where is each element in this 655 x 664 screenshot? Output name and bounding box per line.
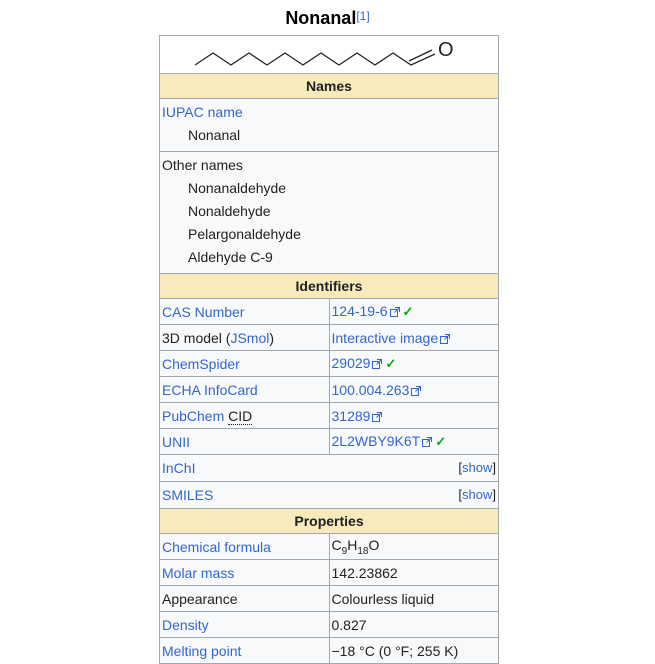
chemical-formula-value: C9H18O <box>328 533 498 560</box>
other-names-block: Other names Nonanaldehyde Nonaldehyde Pe… <box>160 151 498 274</box>
other-name-item: Nonanaldehyde <box>188 180 287 196</box>
other-name-item: Nonaldehyde <box>188 203 271 219</box>
external-link-icon <box>422 437 433 447</box>
other-names-label: Other names <box>162 157 243 173</box>
pubchem-link[interactable]: PubChem <box>162 408 228 424</box>
section-header-identifiers: Identifiers <box>160 273 498 299</box>
skeletal-formula-image: O <box>194 39 454 66</box>
show-link[interactable]: show <box>462 460 492 475</box>
check-icon: ✓ <box>402 304 414 319</box>
formula-h-count: 18 <box>357 545 369 557</box>
jsmol-label-post: ) <box>269 329 275 346</box>
unii-value[interactable]: 2L2WBY9K6T <box>332 433 421 449</box>
external-link-icon <box>411 385 422 396</box>
chembox: O Names IUPAC name Nonanal Other names N… <box>159 35 499 664</box>
iupac-name-value: Nonanal <box>188 127 241 143</box>
chemspider-link[interactable]: ChemSpider <box>162 356 240 372</box>
cid-abbr: CID <box>228 407 253 425</box>
density-link[interactable]: Density <box>162 617 209 633</box>
page-title: Nonanal[1] <box>0 6 655 30</box>
unii-link[interactable]: UNII <box>162 434 190 450</box>
formula-c: C <box>331 536 342 553</box>
inchi-show-toggle[interactable]: [show] <box>458 460 496 475</box>
formula-h: H <box>347 536 358 553</box>
cas-number-link[interactable]: CAS Number <box>162 304 244 320</box>
appearance-label: Appearance <box>160 585 329 612</box>
show-link[interactable]: show <box>462 487 492 502</box>
iupac-name-block: IUPAC name Nonanal <box>160 98 498 152</box>
other-name-item: Pelargonaldehyde <box>188 226 301 242</box>
melting-point-link[interactable]: Melting point <box>162 643 241 659</box>
pubchem-value[interactable]: 31289 <box>332 408 371 424</box>
check-icon: ✓ <box>435 434 447 449</box>
external-link-icon <box>389 307 400 317</box>
smiles-show-toggle[interactable]: [show] <box>458 487 496 502</box>
echa-infocard-value[interactable]: 100.004.263 <box>332 382 410 398</box>
inchi-link[interactable]: InChI <box>162 460 195 476</box>
structure-image-cell[interactable]: O <box>160 36 498 74</box>
cas-number-value[interactable]: 124-19-6 <box>332 303 388 319</box>
density-value: 0.827 <box>328 611 498 638</box>
section-header-properties: Properties <box>160 508 498 534</box>
reference-link[interactable]: [1] <box>356 9 369 23</box>
oxygen-label: O <box>438 39 454 61</box>
jsmol-label-pre: 3D model ( <box>162 329 231 346</box>
melting-point-value: −18 °C (0 °F; 255 K) <box>328 637 498 663</box>
interactive-image-link[interactable]: Interactive image <box>332 330 439 346</box>
jsmol-link[interactable]: JSmol <box>230 330 269 346</box>
external-link-icon <box>372 359 383 369</box>
molar-mass-value: 142.23862 <box>328 559 498 586</box>
smiles-link[interactable]: SMILES <box>162 487 213 503</box>
appearance-value: Colourless liquid <box>328 585 498 612</box>
formula-o: O <box>368 536 380 553</box>
echa-infocard-link[interactable]: ECHA InfoCard <box>162 382 258 398</box>
chemspider-value[interactable]: 29029 <box>332 355 371 371</box>
check-icon: ✓ <box>385 356 397 371</box>
other-name-item: Aldehyde C-9 <box>188 249 273 265</box>
chemical-formula-link[interactable]: Chemical formula <box>162 539 271 555</box>
molar-mass-link[interactable]: Molar mass <box>162 565 234 581</box>
title-text: Nonanal <box>285 8 357 28</box>
external-link-icon <box>372 411 383 422</box>
external-link-icon <box>440 333 451 344</box>
section-header-names: Names <box>160 73 498 99</box>
iupac-name-link[interactable]: IUPAC name <box>162 104 243 120</box>
